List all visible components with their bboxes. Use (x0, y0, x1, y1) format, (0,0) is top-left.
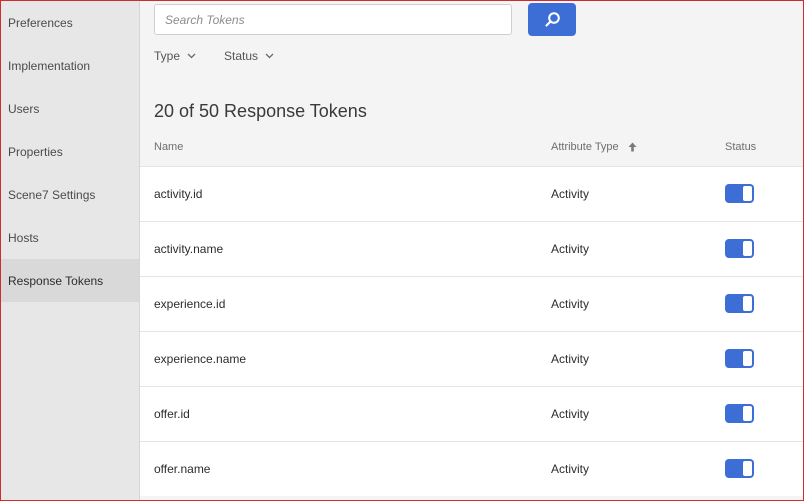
column-header-label: Name (154, 141, 184, 153)
table-row: offer.id Activity (140, 386, 803, 441)
token-attribute-type: Activity (551, 187, 590, 201)
status-toggle[interactable] (725, 184, 754, 203)
status-toggle[interactable] (725, 349, 754, 368)
token-name: activity.id (154, 187, 203, 201)
token-name: offer.name (154, 462, 211, 476)
table-row: activity.id Activity (140, 166, 803, 221)
table-row: experience.name Activity (140, 331, 803, 386)
status-filter-label: Status (224, 49, 259, 63)
search-input[interactable] (154, 4, 512, 35)
status-filter-dropdown[interactable]: Status (224, 49, 274, 63)
status-toggle[interactable] (725, 404, 754, 423)
column-header-status[interactable]: Status (725, 141, 756, 153)
chevron-down-icon (258, 53, 274, 59)
sidebar-item-label: Implementation (8, 58, 91, 73)
token-name: experience.name (154, 352, 247, 366)
table-row: offer.name Activity (140, 441, 803, 496)
token-attribute-type: Activity (551, 352, 590, 366)
sidebar-item-properties[interactable]: Properties (1, 130, 139, 173)
table-row: experience.id Activity (140, 276, 803, 331)
sidebar: Preferences Implementation Users Propert… (1, 1, 140, 500)
column-header-label: Status (725, 141, 757, 153)
token-name: activity.name (154, 242, 224, 256)
toggle-knob (742, 350, 753, 367)
token-name: experience.id (154, 297, 226, 311)
main-content: Type Status 20 of 50 Response Tokens Nam… (140, 1, 803, 500)
page-title: 20 of 50 Response Tokens (154, 101, 367, 121)
column-header-label: Attribute Type (551, 141, 619, 153)
search-button[interactable] (528, 3, 576, 36)
token-attribute-type: Activity (551, 297, 590, 311)
status-toggle[interactable] (725, 459, 754, 478)
sidebar-item-label: Scene7 Settings (8, 187, 96, 202)
sidebar-item-scene7-settings[interactable]: Scene7 Settings (1, 173, 139, 216)
column-header-attribute-type[interactable]: Attribute Type (551, 141, 637, 153)
search-icon (544, 11, 561, 28)
chevron-down-icon (180, 53, 196, 59)
sidebar-item-hosts[interactable]: Hosts (1, 216, 139, 259)
token-attribute-type: Activity (551, 407, 590, 421)
sidebar-item-label: Properties (8, 144, 63, 159)
app-window: Preferences Implementation Users Propert… (0, 0, 804, 501)
type-filter-dropdown[interactable]: Type (154, 49, 196, 63)
sidebar-item-label: Preferences (8, 15, 73, 30)
toggle-knob (742, 405, 753, 422)
token-name: offer.id (154, 407, 190, 421)
status-toggle[interactable] (725, 239, 754, 258)
toggle-knob (742, 460, 753, 477)
tokens-table: activity.id Activity activity.name Activ… (140, 166, 803, 496)
token-attribute-type: Activity (551, 462, 590, 476)
status-toggle[interactable] (725, 294, 754, 313)
sidebar-item-label: Response Tokens (8, 273, 104, 288)
token-attribute-type: Activity (551, 242, 590, 256)
table-row: activity.name Activity (140, 221, 803, 276)
toggle-knob (742, 240, 753, 257)
sidebar-item-label: Users (8, 101, 40, 116)
sidebar-item-preferences[interactable]: Preferences (1, 1, 139, 44)
type-filter-label: Type (154, 49, 181, 63)
toggle-knob (742, 295, 753, 312)
sidebar-item-users[interactable]: Users (1, 87, 139, 130)
sidebar-item-response-tokens[interactable]: Response Tokens (1, 259, 139, 302)
sort-arrow-up-icon (619, 142, 637, 152)
sidebar-item-label: Hosts (8, 230, 39, 245)
toggle-knob (742, 185, 753, 202)
sidebar-item-implementation[interactable]: Implementation (1, 44, 139, 87)
column-header-name[interactable]: Name (154, 141, 183, 153)
